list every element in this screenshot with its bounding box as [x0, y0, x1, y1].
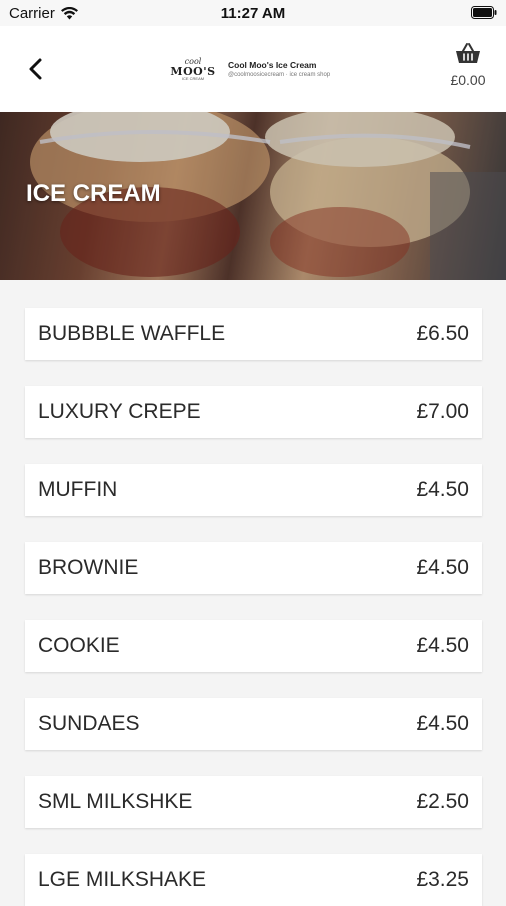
menu-item[interactable]: SML MILKSHKE £2.50	[25, 776, 482, 828]
menu-item-name: MUFFIN	[38, 478, 118, 501]
menu-item-name: SUNDAES	[38, 712, 140, 735]
menu-item[interactable]: SUNDAES £4.50	[25, 698, 482, 750]
menu-item[interactable]: COOKIE £4.50	[25, 620, 482, 672]
menu-item-name: LGE MILKSHAKE	[38, 868, 207, 891]
back-button[interactable]	[20, 52, 54, 86]
logo-badge: cool MOO'S ICE CREAM	[166, 42, 220, 96]
logo-line-3: ICE CREAM	[181, 75, 205, 81]
basket-button[interactable]: £0.00	[446, 42, 490, 88]
category-title: ICE CREAM	[26, 180, 161, 207]
menu-item-name: BROWNIE	[38, 556, 139, 579]
status-time: 11:27 AM	[220, 5, 286, 22]
menu-item-price: £6.50	[416, 322, 469, 345]
menu-item-price: £4.50	[416, 634, 469, 657]
menu-item[interactable]: BROWNIE £4.50	[25, 542, 482, 594]
status-bar: Carrier 11:27 AM	[0, 0, 506, 26]
menu-item[interactable]: LGE MILKSHAKE £3.25	[25, 854, 482, 906]
menu-item-name: SML MILKSHKE	[38, 790, 193, 813]
basket-total: £0.00	[450, 72, 486, 88]
menu-item[interactable]: MUFFIN £4.50	[25, 464, 482, 516]
category-banner: ICE CREAM	[0, 112, 506, 280]
brand-logo: cool MOO'S ICE CREAM Cool Moo's Ice Crea…	[166, 42, 346, 96]
menu-item-price: £4.50	[416, 556, 469, 579]
logo-line-2: MOO'S	[170, 64, 216, 78]
menu-item[interactable]: LUXURY CREPE £7.00	[25, 386, 482, 438]
menu-item-price: £7.00	[416, 400, 469, 423]
menu-item-price: £4.50	[416, 478, 469, 501]
menu-item-name: COOKIE	[38, 634, 120, 657]
menu-item-price: £3.25	[416, 868, 469, 891]
menu-item[interactable]: BUBBBLE WAFFLE £6.50	[25, 308, 482, 360]
brand-tagline: @coolmoosicecream · ice cream shop	[228, 72, 331, 78]
brand-name: Cool Moo's Ice Cream	[228, 60, 317, 70]
app-header: cool MOO'S ICE CREAM Cool Moo's Ice Crea…	[0, 26, 506, 112]
menu-item-name: BUBBBLE WAFFLE	[38, 322, 226, 345]
menu-item-name: LUXURY CREPE	[38, 400, 201, 423]
menu-item-price: £2.50	[416, 790, 469, 813]
menu-item-price: £4.50	[416, 712, 469, 735]
basket-icon	[456, 43, 480, 63]
chevron-left-icon	[29, 58, 42, 80]
battery-icon	[471, 6, 497, 19]
